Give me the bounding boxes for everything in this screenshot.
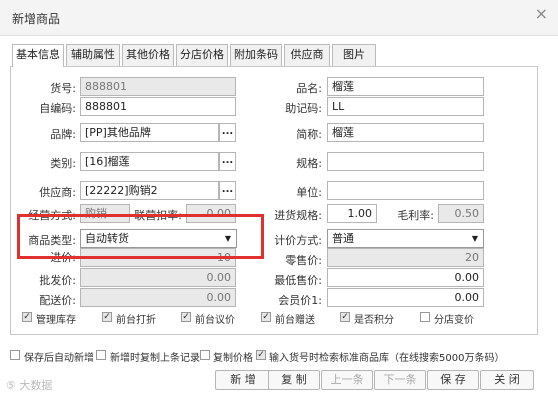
item-no-label: 货号: (50, 82, 76, 95)
category-picker-button[interactable]: ... (219, 152, 236, 171)
next-button[interactable]: 下一条 (374, 370, 426, 390)
self-code-input[interactable]: 888801 (80, 97, 236, 116)
search-standard-lib-checkbox[interactable]: ✓ (256, 350, 266, 360)
tab-other-prices[interactable]: 其他价格 (122, 44, 174, 66)
member-price-label: 会员价1: (278, 294, 322, 307)
branch-price-change-checkbox[interactable] (420, 312, 430, 322)
min-price-label: 最低售价: (274, 274, 322, 287)
points-checkbox[interactable]: ✓ (340, 312, 350, 322)
supplier-input[interactable]: [22222]购销2 (80, 181, 219, 200)
retail-price-field: 20 (327, 248, 484, 267)
gross-margin-field: 0.50 (438, 204, 484, 223)
mnemonic-input[interactable]: LL (327, 97, 484, 116)
manage-stock-checkbox[interactable]: ✓ (22, 312, 32, 322)
dialog-titlebar: 新增商品 × (0, 0, 558, 36)
brand-label: 品牌: (50, 128, 76, 141)
spec-label: 规格: (296, 157, 322, 170)
front-gift-label: 前台赠送 (275, 315, 315, 326)
front-gift-checkbox[interactable]: ✓ (261, 312, 271, 322)
delivery-price-label: 配送价: (39, 294, 76, 307)
tab-supplier[interactable]: 供应商 (284, 44, 330, 66)
item-no-field: 888801 (80, 77, 236, 96)
short-name-input[interactable]: 榴莲 (327, 123, 484, 142)
spec-input[interactable] (327, 152, 484, 171)
close-icon[interactable]: × (535, 4, 548, 23)
chevron-down-icon: ▼ (471, 234, 478, 243)
front-discount-label: 前台打折 (116, 315, 156, 326)
product-name-input[interactable]: 榴莲 (327, 77, 484, 96)
unit-input[interactable] (327, 181, 484, 200)
gross-margin-label: 毛利率: (397, 209, 434, 222)
front-bargain-checkbox[interactable]: ✓ (181, 312, 191, 322)
front-bargain-label: 前台议价 (195, 315, 235, 326)
mnemonic-label: 助记码: (285, 102, 322, 115)
tab-branch-prices[interactable]: 分店价格 (176, 44, 228, 66)
prev-button[interactable]: 上一条 (321, 370, 373, 390)
category-input[interactable]: [16]榴莲 (80, 152, 219, 171)
highlight-box (17, 214, 264, 259)
tab-basic-info[interactable]: 基本信息 (12, 44, 64, 67)
manage-stock-label: 管理库存 (36, 315, 76, 326)
purchase-spec-label: 进货规格: (274, 209, 322, 222)
copy-price-checkbox[interactable] (200, 350, 210, 360)
min-price-input[interactable]: 0.00 (327, 268, 484, 287)
unit-label: 单位: (296, 186, 322, 199)
wholesale-price-field: 0.00 (80, 268, 236, 287)
auto-new-after-save-label: 保存后自动新增 (24, 353, 94, 364)
tab-auxiliary[interactable]: 辅助属性 (66, 44, 120, 66)
points-label: 是否积分 (354, 315, 394, 326)
brand-input[interactable]: [PP]其他品牌 (80, 123, 219, 142)
copy-button[interactable]: 复 制 (268, 370, 320, 390)
save-button[interactable]: 保 存 (427, 370, 479, 390)
pricing-method-label: 计价方式: (274, 234, 322, 247)
short-name-label: 简称: (296, 128, 322, 141)
pricing-method-select[interactable]: 普通 ▼ (327, 229, 484, 248)
dialog-title: 新增商品 (12, 12, 61, 26)
new-button[interactable]: 新 增 (215, 370, 271, 390)
product-name-label: 品名: (296, 82, 322, 95)
close-button[interactable]: 关 闭 (480, 370, 534, 390)
search-standard-lib-label: 输入货号时检索标准商品库（在线搜索5000万条码） (269, 353, 505, 364)
supplier-label: 供应商: (39, 186, 76, 199)
pricing-method-value: 普通 (332, 232, 354, 245)
copy-price-label: 复制价格 (213, 353, 253, 364)
delivery-price-field: 0.00 (80, 288, 236, 307)
supplier-picker-button[interactable]: ... (219, 181, 236, 200)
category-label: 类别: (50, 157, 76, 170)
member-price-input[interactable]: 0.00 (327, 288, 484, 307)
front-discount-checkbox[interactable]: ✓ (102, 312, 112, 322)
copy-last-record-label: 新增时复制上条记录 (110, 353, 200, 364)
self-code-label: 自编码: (39, 102, 76, 115)
auto-new-after-save-checkbox[interactable] (10, 350, 20, 360)
brand-picker-button[interactable]: ... (219, 123, 236, 142)
watermark-logo: ⑤ 大数据 (6, 379, 53, 392)
tab-image[interactable]: 图片 (332, 44, 376, 66)
retail-price-label: 零售价: (285, 254, 322, 267)
copy-last-record-checkbox[interactable] (96, 350, 106, 360)
tab-extra-barcode[interactable]: 附加条码 (230, 44, 282, 66)
branch-price-change-label: 分店变价 (434, 315, 474, 326)
purchase-spec-input[interactable]: 1.00 (327, 204, 377, 223)
wholesale-price-label: 批发价: (39, 274, 76, 287)
